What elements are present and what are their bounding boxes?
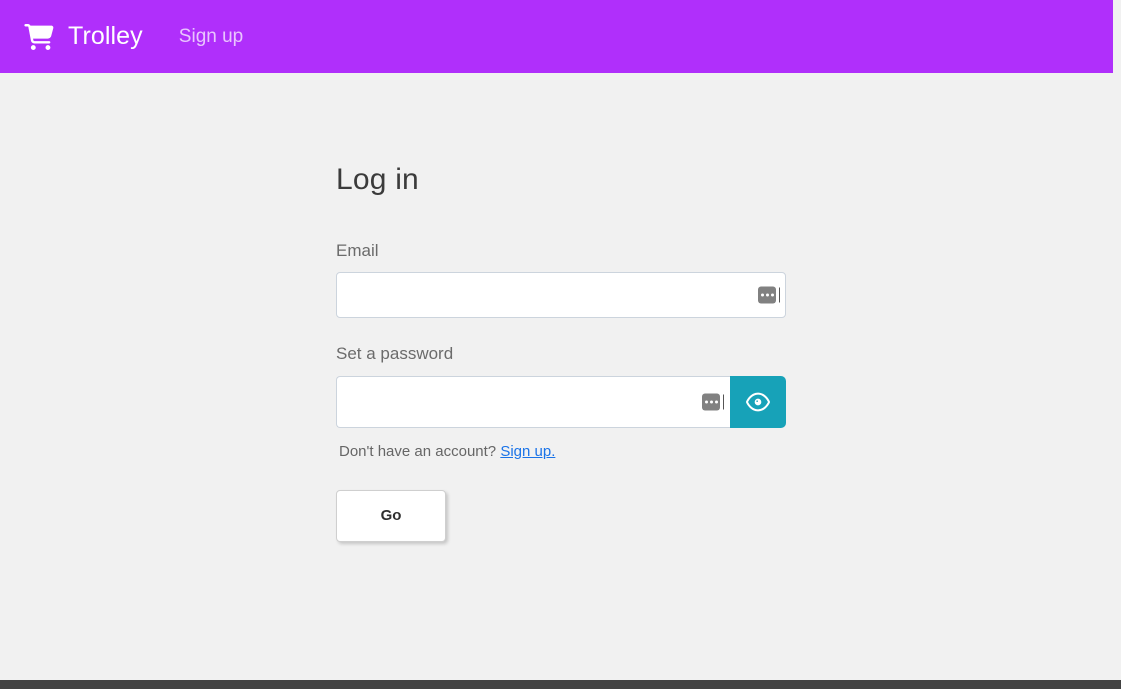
nav-link-signup[interactable]: Sign up: [179, 27, 243, 46]
signup-link[interactable]: Sign up.: [500, 443, 555, 460]
toggle-password-visibility-button[interactable]: [730, 375, 786, 428]
password-input-row: [336, 375, 786, 428]
navbar-right-gutter: [1113, 0, 1121, 73]
top-navbar: Trolley Sign up: [0, 0, 1113, 73]
brand-title: Trolley: [68, 22, 143, 50]
email-label: Email: [336, 241, 379, 260]
text-caret: [779, 287, 780, 303]
signup-prompt-text: Don't have an account?: [339, 442, 497, 460]
eye-icon: [746, 390, 770, 414]
password-field-group: Set a password: [336, 344, 786, 428]
login-form: Log in Email Set a password Don't have a…: [336, 163, 786, 542]
email-field-group: Email: [336, 241, 786, 319]
password-label: Set a password: [336, 344, 454, 364]
main-content: Log in Email Set a password Don't have a…: [0, 73, 1121, 689]
email-input-shell: [336, 272, 786, 319]
email-input[interactable]: [336, 272, 786, 319]
footer-bar: [0, 680, 1121, 689]
password-input-shell: [336, 375, 730, 428]
brand-link[interactable]: Trolley: [24, 22, 143, 50]
shopping-cart-icon: [24, 23, 54, 50]
text-caret: [723, 394, 724, 410]
signup-prompt: Don't have an account? Sign up.: [336, 443, 786, 460]
submit-button[interactable]: Go: [336, 489, 446, 542]
page-title: Log in: [336, 163, 419, 196]
password-input[interactable]: [336, 375, 730, 428]
